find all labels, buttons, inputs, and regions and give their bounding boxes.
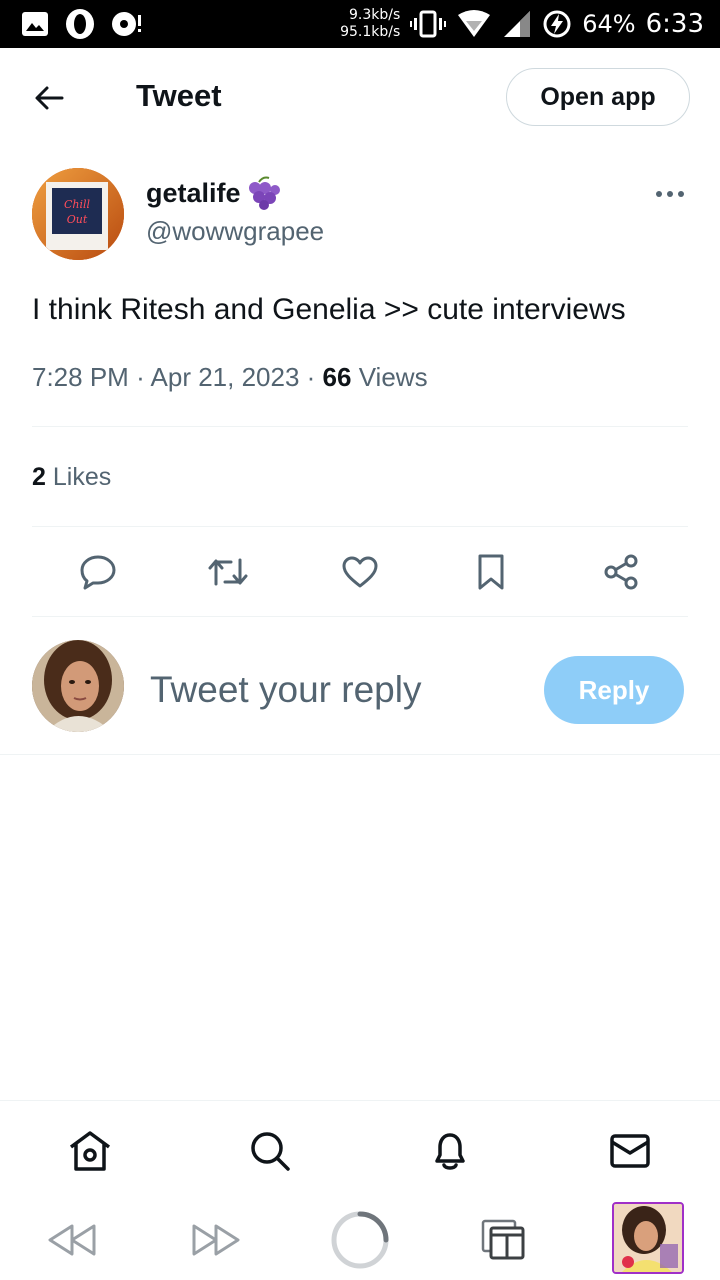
vibrate-icon bbox=[410, 10, 447, 38]
nav-home[interactable] bbox=[66, 1127, 114, 1175]
reply-input[interactable] bbox=[150, 664, 520, 716]
svg-text:Out: Out bbox=[67, 213, 88, 226]
share-icon bbox=[604, 554, 638, 590]
record-icon bbox=[112, 12, 141, 36]
svg-text:Chill: Chill bbox=[64, 198, 91, 211]
browser-reload-button[interactable] bbox=[328, 1210, 392, 1270]
forward-arrow-icon bbox=[192, 1224, 240, 1256]
likes-label: Likes bbox=[52, 463, 112, 491]
browser-forward-button[interactable] bbox=[188, 1210, 244, 1270]
tweet-meta: 7:28 PM · Apr 21, 2023 · 66 Views bbox=[32, 362, 428, 393]
arrow-left-icon bbox=[35, 86, 64, 110]
battery-percent: 64% bbox=[582, 10, 636, 38]
user-avatar-image bbox=[32, 640, 124, 732]
share-button[interactable] bbox=[597, 548, 645, 596]
bookmark-icon bbox=[478, 554, 504, 590]
nav-notifications[interactable] bbox=[426, 1127, 474, 1175]
bottom-nav bbox=[0, 1100, 720, 1200]
loading-spinner-icon bbox=[331, 1211, 389, 1269]
reply-button[interactable] bbox=[74, 548, 122, 596]
net-up: 9.3kb/s bbox=[348, 7, 401, 23]
tweet-time[interactable]: 7:28 PM bbox=[32, 362, 129, 392]
author-avatar-image: Chill Out bbox=[32, 168, 124, 260]
browser-toolbar bbox=[0, 1200, 720, 1280]
tweet-date[interactable]: Apr 21, 2023 bbox=[151, 362, 300, 392]
open-app-button[interactable]: Open app bbox=[506, 68, 690, 126]
back-arrow-icon bbox=[48, 1224, 96, 1256]
wifi-icon bbox=[458, 10, 491, 37]
tweet-text: I think Ritesh and Genelia >> cute inter… bbox=[32, 293, 626, 326]
like-button[interactable] bbox=[336, 548, 384, 596]
more-options-button[interactable] bbox=[650, 182, 690, 206]
app-header: Tweet Open app bbox=[0, 48, 720, 146]
more-dots-icon bbox=[656, 191, 684, 197]
grape-icon bbox=[248, 176, 280, 210]
profile-thumbnail-image bbox=[614, 1204, 682, 1272]
meta-separator: · bbox=[136, 362, 151, 392]
status-bar: 9.3kb/s 95.1kb/s 64% 6:33 bbox=[0, 0, 720, 48]
messages-icon bbox=[610, 1134, 650, 1168]
divider bbox=[0, 754, 720, 755]
nav-messages[interactable] bbox=[606, 1127, 654, 1175]
display-name-text: getalife bbox=[146, 177, 241, 208]
search-icon bbox=[251, 1132, 290, 1171]
user-avatar bbox=[32, 640, 124, 732]
retweet-icon bbox=[208, 558, 248, 586]
battery-charging-icon bbox=[543, 10, 571, 38]
image-icon bbox=[22, 12, 48, 36]
profile-thumbnail[interactable] bbox=[612, 1202, 684, 1274]
browser-back-button[interactable] bbox=[44, 1210, 100, 1270]
author-display-name[interactable]: getalife bbox=[146, 176, 281, 210]
author-avatar[interactable]: Chill Out bbox=[32, 168, 124, 260]
likes-count: 2 bbox=[32, 463, 46, 491]
divider bbox=[32, 616, 688, 617]
divider bbox=[32, 426, 688, 427]
retweet-button[interactable] bbox=[204, 548, 252, 596]
opera-icon bbox=[66, 9, 94, 39]
notifications-icon bbox=[435, 1133, 465, 1170]
bookmark-button[interactable] bbox=[467, 548, 515, 596]
page-title: Tweet bbox=[136, 78, 222, 113]
nav-search[interactable] bbox=[246, 1127, 294, 1175]
back-button[interactable] bbox=[28, 78, 70, 118]
clock: 6:33 bbox=[645, 9, 704, 39]
tabs-icon bbox=[481, 1219, 525, 1260]
browser-tabs-button[interactable] bbox=[478, 1210, 530, 1270]
status-right: 9.3kb/s 95.1kb/s 64% 6:33 bbox=[340, 0, 704, 48]
reply-submit-button[interactable]: Reply bbox=[544, 656, 684, 724]
like-icon bbox=[342, 556, 378, 588]
divider bbox=[32, 526, 688, 527]
tweet-actions bbox=[32, 548, 688, 596]
network-speed: 9.3kb/s 95.1kb/s bbox=[340, 7, 400, 41]
signal-icon bbox=[504, 11, 531, 37]
net-down: 95.1kb/s bbox=[340, 24, 401, 40]
home-icon bbox=[69, 1131, 111, 1171]
status-left-icons bbox=[20, 6, 144, 42]
likes-link[interactable]: 2 Likes bbox=[32, 463, 111, 492]
author-handle[interactable]: @wowwgrapee bbox=[146, 216, 324, 247]
reply-icon bbox=[80, 555, 116, 590]
views-label: Views bbox=[358, 362, 428, 392]
views-count: 66 bbox=[322, 362, 352, 392]
meta-separator: · bbox=[306, 362, 323, 392]
